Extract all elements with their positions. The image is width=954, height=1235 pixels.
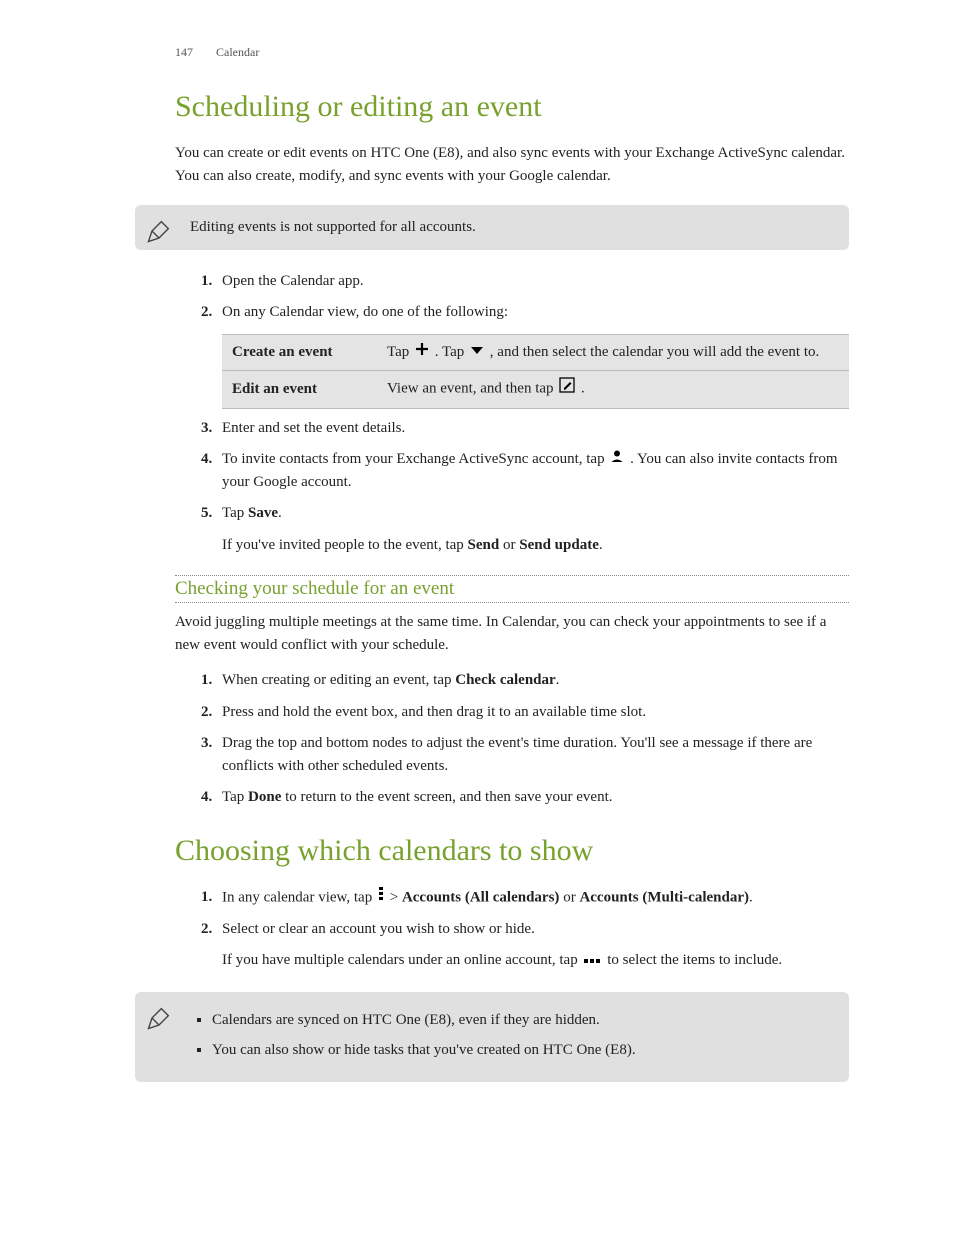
heading-choosing: Choosing which calendars to show xyxy=(175,834,849,868)
pencil-icon xyxy=(145,1004,173,1032)
c-step-2: Select or clear an account you wish to s… xyxy=(216,918,849,973)
b-step-2: Press and hold the event box, and then d… xyxy=(216,701,849,724)
ellipsis-icon xyxy=(583,949,601,972)
b-step-1: When creating or editing an event, tap C… xyxy=(216,669,849,692)
c2sub-a: If you have multiple calendars under an … xyxy=(222,952,581,968)
row-create-label: Create an event xyxy=(222,335,377,371)
step-2: On any Calendar view, do one of the foll… xyxy=(216,301,849,409)
intro-paragraph: You can create or edit events on HTC One… xyxy=(175,142,849,189)
r1-a: Tap xyxy=(387,344,413,360)
intro-checking: Avoid juggling multiple meetings at the … xyxy=(175,611,849,658)
page-header: 147 Calendar xyxy=(175,45,849,60)
send-bold: Send xyxy=(468,537,500,553)
note-text: Editing events is not supported for all … xyxy=(190,219,476,235)
note-li-1: Calendars are synced on HTC One (E8), ev… xyxy=(212,1008,829,1032)
c1-gt: > xyxy=(390,889,402,905)
step-5-sub: If you've invited people to the event, t… xyxy=(222,534,849,557)
note-box-calendars: Calendars are synced on HTC One (E8), ev… xyxy=(135,992,849,1082)
step-3: Enter and set the event details. xyxy=(216,417,849,440)
r1-c: , and then select the calendar you will … xyxy=(490,344,819,360)
c1-a: In any calendar view, tap xyxy=(222,889,376,905)
action-table: Create an event Tap . Tap , and then sel… xyxy=(222,334,849,409)
menu-dots-vertical-icon xyxy=(378,886,384,910)
accounts-multi-bold: Accounts (Multi-calendar) xyxy=(579,889,749,905)
send-update-bold: Send update xyxy=(519,537,599,553)
manual-page: 147 Calendar Scheduling or editing an ev… xyxy=(0,0,954,1235)
s5sub-end: . xyxy=(599,537,603,553)
subheading-checking: Checking your schedule for an event xyxy=(175,575,849,603)
check-calendar-bold: Check calendar xyxy=(455,672,555,688)
c-step-2-sub: If you have multiple calendars under an … xyxy=(222,949,849,972)
page-number: 147 xyxy=(175,45,193,60)
steps-list-a: Open the Calendar app. On any Calendar v… xyxy=(140,270,849,557)
dropdown-icon xyxy=(470,341,484,364)
row-edit: Edit an event View an event, and then ta… xyxy=(222,371,849,408)
note-li-2: You can also show or hide tasks that you… xyxy=(212,1038,829,1062)
b4-b: to return to the event screen, and then … xyxy=(281,789,612,805)
note-box-editing: Editing events is not supported for all … xyxy=(135,205,849,250)
steps-list-b: When creating or editing an event, tap C… xyxy=(140,669,849,809)
done-bold: Done xyxy=(248,789,281,805)
s5sub-mid: or xyxy=(499,537,519,553)
c2-text: Select or clear an account you wish to s… xyxy=(222,921,535,937)
row-edit-desc: View an event, and then tap . xyxy=(377,371,849,408)
b-step-4: Tap Done to return to the event screen, … xyxy=(216,786,849,809)
c1-mid: or xyxy=(559,889,579,905)
s5-b: . xyxy=(278,505,282,521)
row-create-desc: Tap . Tap , and then select the calendar… xyxy=(377,335,849,371)
row-create: Create an event Tap . Tap , and then sel… xyxy=(222,335,849,371)
person-icon xyxy=(610,448,624,471)
s5sub-a: If you've invited people to the event, t… xyxy=(222,537,468,553)
r2-b: . xyxy=(581,381,585,397)
b4-a: Tap xyxy=(222,789,248,805)
step-2-text: On any Calendar view, do one of the foll… xyxy=(222,304,508,320)
s5-a: Tap xyxy=(222,505,248,521)
section-name: Calendar xyxy=(216,45,259,59)
c1-b: . xyxy=(749,889,753,905)
save-bold: Save xyxy=(248,505,278,521)
c-step-1: In any calendar view, tap > Accounts (Al… xyxy=(216,886,849,910)
r1-b: . Tap xyxy=(435,344,468,360)
heading-scheduling: Scheduling or editing an event xyxy=(175,90,849,124)
note-list: Calendars are synced on HTC One (E8), ev… xyxy=(190,1008,829,1062)
accounts-all-bold: Accounts (All calendars) xyxy=(402,889,560,905)
action-table-wrap: Create an event Tap . Tap , and then sel… xyxy=(222,334,849,409)
steps-list-c: In any calendar view, tap > Accounts (Al… xyxy=(140,886,849,973)
r2-a: View an event, and then tap xyxy=(387,381,557,397)
edit-box-icon xyxy=(559,377,575,401)
plus-icon xyxy=(415,341,429,364)
b-step-3: Drag the top and bottom nodes to adjust … xyxy=(216,732,849,779)
step-1: Open the Calendar app. xyxy=(216,270,849,293)
pencil-icon xyxy=(145,217,173,245)
c2sub-b: to select the items to include. xyxy=(607,952,782,968)
b1-b: . xyxy=(556,672,560,688)
step-4: To invite contacts from your Exchange Ac… xyxy=(216,448,849,495)
b1-a: When creating or editing an event, tap xyxy=(222,672,455,688)
row-edit-label: Edit an event xyxy=(222,371,377,408)
s4-a: To invite contacts from your Exchange Ac… xyxy=(222,451,608,467)
step-5: Tap Save. If you've invited people to th… xyxy=(216,502,849,557)
